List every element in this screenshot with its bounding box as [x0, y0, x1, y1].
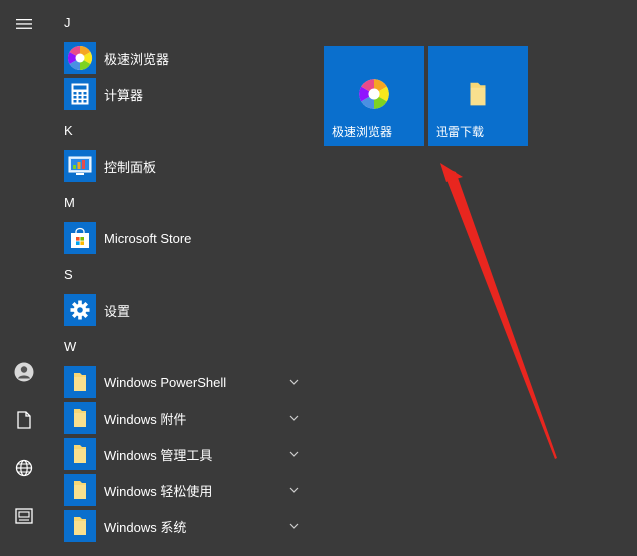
- app-label: Windows PowerShell: [104, 374, 227, 390]
- app-label: 极速浏览器: [104, 51, 170, 67]
- group-letter-m[interactable]: M: [64, 193, 75, 213]
- chevron-down-icon[interactable]: [288, 448, 300, 460]
- group-letter-j[interactable]: J: [64, 13, 71, 33]
- gallery-icon: [15, 508, 33, 524]
- app-label: Windows 管理工具: [104, 447, 213, 463]
- app-label: Windows 轻松使用: [104, 483, 213, 499]
- app-label: Microsoft Store: [104, 230, 192, 246]
- globe-icon: [15, 459, 33, 477]
- folder-icon: [74, 517, 86, 535]
- app-label: Windows 附件: [104, 411, 187, 427]
- annotation-arrow-head: [440, 163, 463, 182]
- folder-icon: [74, 481, 86, 499]
- group-letter-s[interactable]: S: [64, 265, 73, 285]
- app-folder-windows-admin-tools[interactable]: Windows 管理工具: [64, 437, 310, 471]
- chevron-down-icon[interactable]: [288, 412, 300, 424]
- app-item-microsoft-store[interactable]: Microsoft Store: [64, 221, 310, 255]
- folder-icon: [74, 409, 86, 427]
- globe-button[interactable]: [0, 448, 48, 488]
- app-folder-windows-powershell[interactable]: Windows PowerShell: [64, 365, 310, 399]
- control-panel-icon: [68, 156, 92, 175]
- chevron-down-icon[interactable]: [288, 376, 300, 388]
- user-account-button[interactable]: [0, 352, 48, 392]
- expand-menu-button[interactable]: [0, 4, 48, 44]
- folder-icon: [74, 373, 86, 391]
- app-item-control-panel[interactable]: 控制面板: [64, 149, 310, 183]
- tile-label: 极速浏览器: [332, 125, 393, 139]
- hamburger-menu-icon: [16, 19, 32, 29]
- app-folder-windows-system[interactable]: Windows 系统: [64, 509, 310, 543]
- colorful-browser-icon: [67, 45, 93, 70]
- store-bag-icon: [71, 227, 89, 248]
- chevron-down-icon[interactable]: [288, 520, 300, 532]
- document-icon: [17, 411, 31, 429]
- tile-browser[interactable]: 极速浏览器: [324, 46, 424, 146]
- app-item-calculator[interactable]: 计算器: [64, 77, 310, 111]
- app-label: Windows 系统: [104, 519, 187, 535]
- chevron-down-icon[interactable]: [288, 484, 300, 496]
- gear-icon: [70, 300, 90, 320]
- app-item-settings[interactable]: 设置: [64, 293, 310, 327]
- app-list: J 极速浏览器 计算器 K 控制面板 M Microsoft Store S 设…: [48, 0, 310, 556]
- start-left-rail: [0, 0, 48, 556]
- group-letter-k[interactable]: K: [64, 121, 73, 141]
- user-account-icon: [14, 362, 34, 382]
- calculator-icon: [71, 83, 89, 105]
- app-folder-windows-accessories[interactable]: Windows 附件: [64, 401, 310, 435]
- group-letter-w[interactable]: W: [64, 337, 76, 357]
- folder-icon: [74, 445, 86, 463]
- pictures-button[interactable]: [0, 496, 48, 536]
- tile-label: 迅雷下载: [436, 125, 485, 139]
- annotation-arrow-shaft: [442, 167, 557, 459]
- tile-xunlei-download[interactable]: 迅雷下载: [428, 46, 528, 146]
- folder-icon: [470, 82, 486, 106]
- app-item-browser[interactable]: 极速浏览器: [64, 41, 310, 75]
- app-folder-windows-ease-of-access[interactable]: Windows 轻松使用: [64, 473, 310, 507]
- app-label: 控制面板: [104, 159, 157, 175]
- app-label: 设置: [104, 303, 131, 319]
- app-label: 计算器: [104, 87, 144, 103]
- colorful-browser-icon: [359, 79, 389, 109]
- documents-button[interactable]: [0, 400, 48, 440]
